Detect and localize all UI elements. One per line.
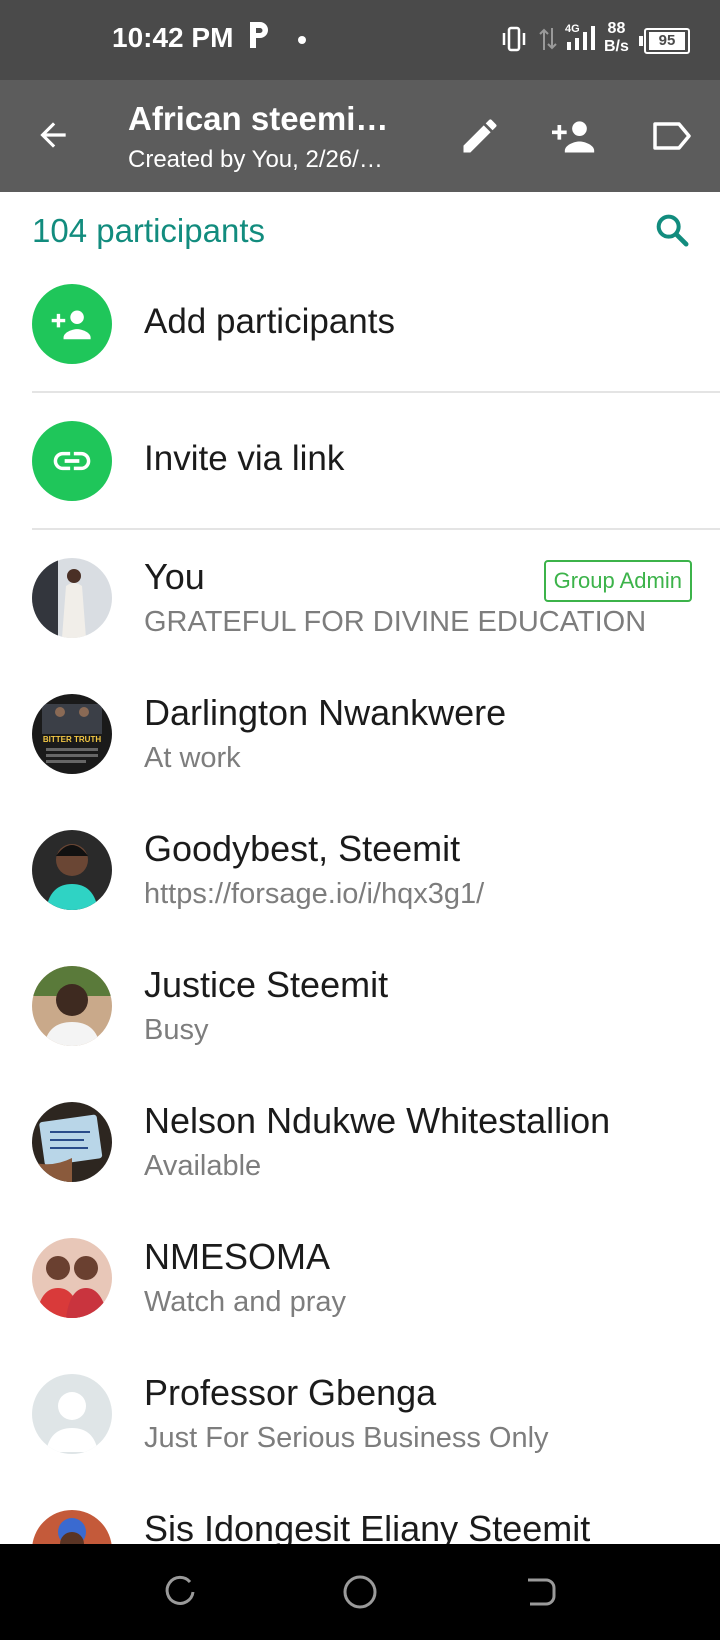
participant-row[interactable]: NMESOMA Watch and pray <box>0 1216 720 1352</box>
status-bar: 10:42 PM 4G 88 B/s 95 <box>0 0 720 80</box>
participant-status: Just For Serious Business Only <box>144 1422 549 1454</box>
home-icon[interactable] <box>342 1574 378 1615</box>
participant-status: Available <box>144 1150 262 1182</box>
participant-row[interactable]: Goodybest, Steemit https://forsage.io/i/… <box>0 808 720 944</box>
invite-via-link-label: Invite via link <box>144 439 345 478</box>
default-avatar-icon <box>32 1374 112 1454</box>
battery-level: 95 <box>649 32 685 50</box>
add-participants-avatar <box>32 284 112 364</box>
participant-status: GRATEFUL FOR DIVINE EDUCATION <box>144 606 647 638</box>
divider <box>32 528 720 530</box>
group-subtitle: Created by You, 2/26/… <box>128 146 383 173</box>
system-navigation-bar <box>0 1544 720 1640</box>
link-icon <box>53 451 91 471</box>
back-icon[interactable] <box>522 1574 558 1615</box>
participant-row[interactable]: Nelson Ndukwe Whitestallion Available <box>0 1080 720 1216</box>
group-admin-badge: Group Admin <box>543 560 692 602</box>
avatar <box>32 558 112 638</box>
participant-name: Darlington Nwankwere <box>144 692 507 733</box>
parking-notification-icon <box>246 20 272 55</box>
group-title[interactable]: African steemi… <box>128 100 388 138</box>
avatar <box>32 830 112 910</box>
invite-via-link-row[interactable]: Invite via link <box>0 393 720 529</box>
participant-name: You <box>144 556 205 597</box>
participant-name: NMESOMA <box>144 1236 331 1277</box>
vibrate-icon <box>500 26 528 57</box>
data-arrows-icon <box>538 26 558 57</box>
search-icon[interactable] <box>652 210 692 255</box>
participant-name: Nelson Ndukwe Whitestallion <box>144 1100 611 1141</box>
data-rate: 88 B/s <box>604 20 629 56</box>
label-tag-icon[interactable] <box>650 118 694 159</box>
participant-row[interactable]: BITTER TRUTH Darlington Nwankwere At wor… <box>0 672 720 808</box>
avatar <box>32 1238 112 1318</box>
participant-name: Goodybest, Steemit <box>144 828 461 869</box>
avatar: BITTER TRUTH <box>32 694 112 774</box>
participant-row-you[interactable]: You GRATEFUL FOR DIVINE EDUCATION Group … <box>0 536 720 672</box>
add-person-icon <box>51 310 91 340</box>
data-rate-value: 88 <box>607 20 626 37</box>
app-bar: African steemi… Created by You, 2/26/… <box>0 80 720 192</box>
recent-apps-icon[interactable] <box>162 1574 198 1615</box>
status-time: 10:42 PM <box>112 22 234 53</box>
participant-status: Busy <box>144 1014 209 1046</box>
participant-status: Watch and pray <box>144 1286 347 1318</box>
participants-count: 104 participants <box>32 212 265 249</box>
avatar-caption: BITTER TRUTH <box>43 735 101 744</box>
participant-status: At work <box>144 742 241 774</box>
back-arrow-icon[interactable] <box>34 116 72 159</box>
edit-pencil-icon[interactable] <box>458 114 502 163</box>
participant-status: https://forsage.io/i/hqx3g1/ <box>144 878 485 910</box>
avatar <box>32 966 112 1046</box>
invite-link-avatar <box>32 421 112 501</box>
add-participant-icon[interactable] <box>550 114 598 163</box>
battery-icon: 95 <box>639 28 690 54</box>
participant-row[interactable]: Professor Gbenga Just For Serious Busine… <box>0 1352 720 1488</box>
network-type-label: 4G <box>565 23 580 35</box>
add-participants-label: Add participants <box>144 302 395 341</box>
avatar <box>32 1102 112 1182</box>
participant-row[interactable]: Justice Steemit Busy <box>0 944 720 1080</box>
participant-name: Professor Gbenga <box>144 1372 437 1413</box>
participant-name: Justice Steemit <box>144 964 389 1005</box>
signal-icon: 4G <box>565 22 601 57</box>
notification-dot-icon <box>298 36 306 44</box>
data-rate-unit: B/s <box>604 38 629 55</box>
add-participants-row[interactable]: Add participants <box>0 256 720 392</box>
